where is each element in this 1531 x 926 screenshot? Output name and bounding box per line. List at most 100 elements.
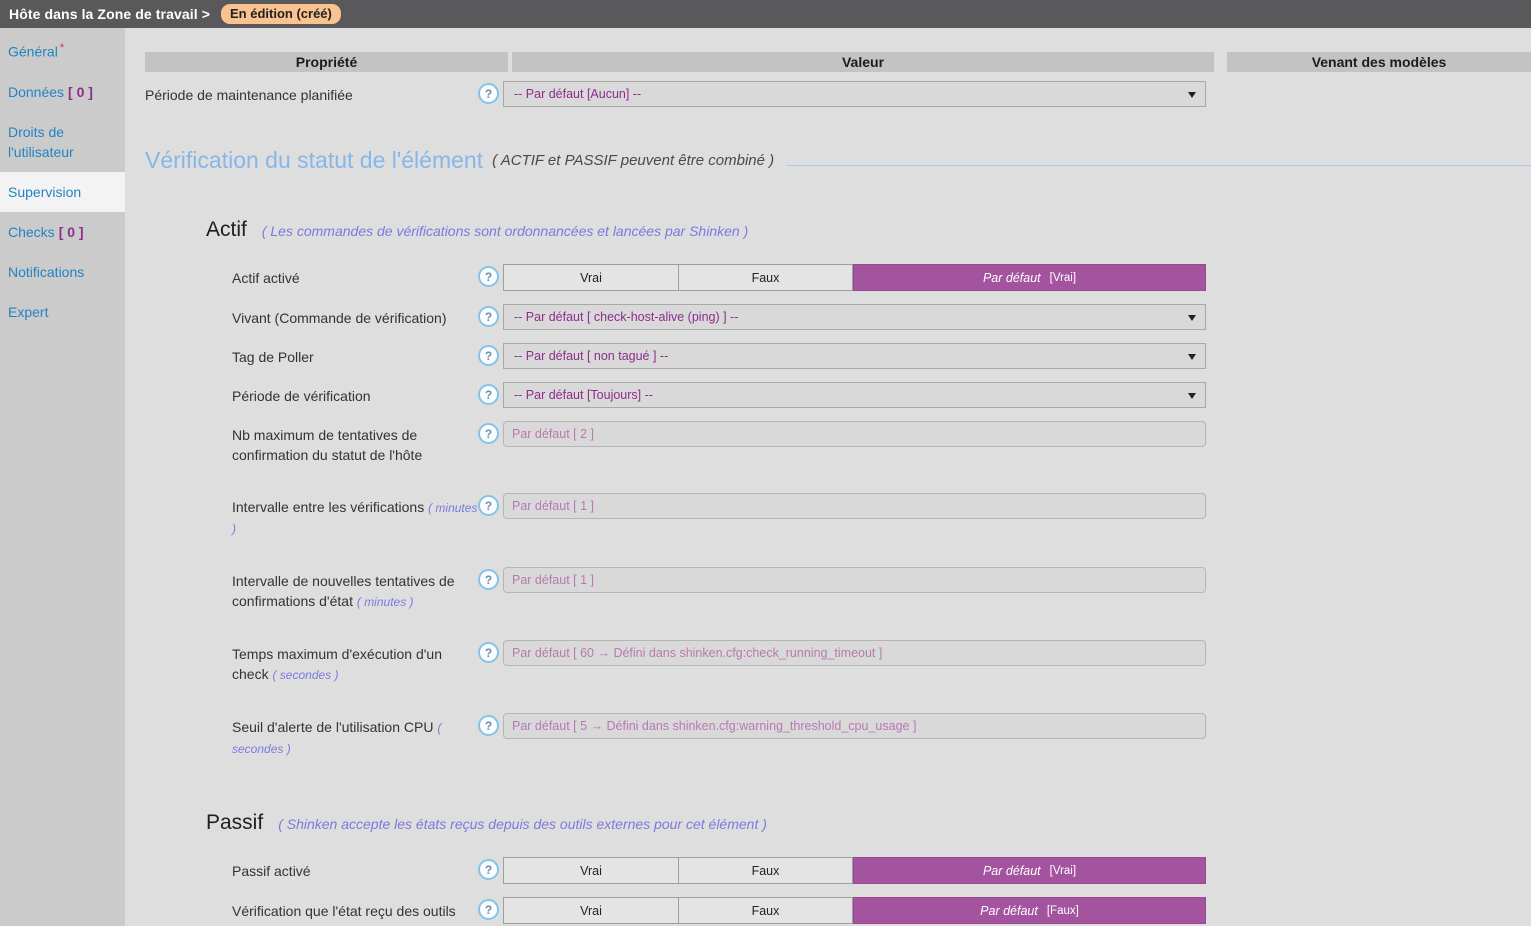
select-value: -- Par défaut [Toujours] -- — [514, 388, 653, 402]
help-icon[interactable]: ? — [478, 266, 499, 287]
field-label-text: Seuil d'alerte de l'utilisation CPU — [232, 719, 433, 735]
field-label: Intervalle entre les vérifications ( min… — [232, 493, 478, 539]
sidebar-item-notifications[interactable]: Notifications — [0, 252, 125, 292]
sidebar-item-general[interactable]: Général* — [0, 28, 125, 72]
field-label: Vérification que l'état reçu des outils … — [232, 897, 478, 926]
default-value: [Vrai] — [1050, 865, 1076, 877]
passif-hint: ( Shinken accepte les états reçus depuis… — [278, 816, 767, 832]
field-label: Tag de Poller — [232, 343, 478, 367]
toggle-true-button[interactable]: Vrai — [503, 897, 679, 924]
section-subtitle: ( ACTIF et PASSIF peuvent être combiné ) — [492, 152, 774, 169]
top-bar: Hôte dans la Zone de travail > En éditio… — [0, 0, 1531, 28]
toggle-false-button[interactable]: Faux — [679, 897, 853, 924]
sidebar-item-donnees[interactable]: Données[ 0 ] — [0, 72, 125, 112]
field-label-text: Intervalle entre les vérifications — [232, 499, 424, 515]
help-icon[interactable]: ? — [478, 495, 499, 516]
sidebar-item-droits[interactable]: Droits de l'utilisateur — [0, 112, 125, 172]
check-interval-input[interactable] — [503, 493, 1206, 519]
toggle-default-button[interactable]: Par défaut [Faux] — [853, 897, 1206, 924]
form-row-actif-enabled: Actif activé ? Vrai Faux Par défaut [Vra… — [145, 264, 1531, 291]
main-panel: Propriété Valeur Venant des modèles Péri… — [125, 28, 1531, 926]
sidebar-item-label: Supervision — [8, 184, 81, 200]
chevron-down-icon — [1188, 315, 1196, 321]
form-row-poller-tag: Tag de Poller ? -- Par défaut [ non tagu… — [145, 343, 1531, 369]
section-divider — [786, 165, 1531, 166]
field-unit: ( secondes ) — [272, 668, 338, 682]
toggle-default-button[interactable]: Par défaut [Vrai] — [853, 857, 1206, 884]
breadcrumb[interactable]: Hôte dans la Zone de travail > — [9, 6, 210, 22]
sidebar-item-checks[interactable]: Checks[ 0 ] — [0, 212, 125, 252]
field-label: Nb maximum de tentatives de confirmation… — [232, 421, 478, 465]
select-value: -- Par défaut [ check-host-alive (ping) … — [514, 310, 738, 324]
help-icon[interactable]: ? — [478, 642, 499, 663]
check-period-select[interactable]: -- Par défaut [Toujours] -- — [503, 382, 1206, 408]
passif-enabled-toggle: Vrai Faux Par défaut [Vrai] — [503, 857, 1206, 884]
toggle-false-button[interactable]: Faux — [679, 857, 853, 884]
actif-group-header: Actif ( Les commandes de vérifications s… — [206, 218, 1531, 242]
form-row-maintenance-period: Période de maintenance planifiée ? -- Pa… — [145, 81, 1531, 107]
help-icon[interactable]: ? — [478, 306, 499, 327]
field-label: Seuil d'alerte de l'utilisation CPU ( se… — [232, 713, 478, 759]
actif-enabled-toggle: Vrai Faux Par défaut [Vrai] — [503, 264, 1206, 291]
help-icon[interactable]: ? — [478, 345, 499, 366]
sidebar-item-label: Checks — [8, 224, 55, 240]
count-badge: [ 0 ] — [68, 84, 93, 100]
default-label: Par défaut — [983, 271, 1041, 285]
freshness-check-toggle: Vrai Faux Par défaut [Faux] — [503, 897, 1206, 924]
field-label: Actif activé — [232, 264, 478, 288]
form-row-check-period: Période de vérification ? -- Par défaut … — [145, 382, 1531, 408]
chevron-down-icon — [1188, 92, 1196, 98]
count-badge: [ 0 ] — [59, 224, 84, 240]
toggle-false-button[interactable]: Faux — [679, 264, 853, 291]
help-icon[interactable]: ? — [478, 899, 499, 920]
actif-heading: Actif — [206, 218, 247, 242]
sidebar-item-label: Général — [8, 44, 58, 60]
select-value: -- Par défaut [ non tagué ] -- — [514, 349, 668, 363]
form-row-check-command: Vivant (Commande de vérification) ? -- P… — [145, 304, 1531, 330]
help-icon[interactable]: ? — [478, 715, 499, 736]
help-icon[interactable]: ? — [478, 569, 499, 590]
cpu-threshold-input[interactable] — [503, 713, 1206, 739]
section-header: Vérification du statut de l'élément ( AC… — [145, 147, 1531, 174]
form-row-max-attempts: Nb maximum de tentatives de confirmation… — [145, 421, 1531, 465]
select-value: -- Par défaut [Aucun] -- — [514, 87, 641, 101]
table-header: Propriété Valeur Venant des modèles — [145, 52, 1531, 72]
toggle-true-button[interactable]: Vrai — [503, 264, 679, 291]
form-row-passif-enabled: Passif activé ? Vrai Faux Par défaut [Vr… — [145, 857, 1531, 884]
maintenance-period-select[interactable]: -- Par défaut [Aucun] -- — [503, 81, 1206, 107]
form-row-freshness-check: Vérification que l'état reçu des outils … — [145, 897, 1531, 926]
retry-interval-input[interactable] — [503, 567, 1206, 593]
default-label: Par défaut — [983, 864, 1041, 878]
sidebar-item-label: Droits de l'utilisateur — [8, 124, 74, 160]
poller-tag-select[interactable]: -- Par défaut [ non tagué ] -- — [503, 343, 1206, 369]
sidebar-item-label: Expert — [8, 304, 48, 320]
default-value: [Vrai] — [1050, 272, 1076, 284]
required-asterisk: * — [60, 42, 64, 54]
sidebar-item-label: Notifications — [8, 264, 84, 280]
help-icon[interactable]: ? — [478, 423, 499, 444]
sidebar-item-expert[interactable]: Expert — [0, 292, 125, 332]
chevron-down-icon — [1188, 393, 1196, 399]
default-value: [Faux] — [1047, 905, 1079, 917]
field-label: Intervalle de nouvelles tentatives de co… — [232, 567, 478, 612]
help-icon[interactable]: ? — [478, 384, 499, 405]
form-row-check-timeout: Temps maximum d'exécution d'un check ( s… — [145, 640, 1531, 685]
status-badge: En édition (créé) — [221, 4, 341, 24]
field-label-text: Intervalle de nouvelles tentatives de co… — [232, 573, 455, 609]
help-icon[interactable]: ? — [478, 83, 499, 104]
toggle-true-button[interactable]: Vrai — [503, 857, 679, 884]
max-attempts-input[interactable] — [503, 421, 1206, 447]
check-command-select[interactable]: -- Par défaut [ check-host-alive (ping) … — [503, 304, 1206, 330]
chevron-down-icon — [1188, 354, 1196, 360]
field-label: Temps maximum d'exécution d'un check ( s… — [232, 640, 478, 685]
field-label: Période de maintenance planifiée — [145, 81, 478, 105]
help-icon[interactable]: ? — [478, 859, 499, 880]
check-timeout-input[interactable] — [503, 640, 1206, 666]
column-header-property: Propriété — [145, 52, 508, 72]
sidebar-item-label: Données — [8, 84, 64, 100]
passif-group-header: Passif ( Shinken accepte les états reçus… — [206, 811, 1531, 835]
toggle-default-button[interactable]: Par défaut [Vrai] — [853, 264, 1206, 291]
form-row-retry-interval: Intervalle de nouvelles tentatives de co… — [145, 567, 1531, 612]
sidebar-item-supervision[interactable]: Supervision — [0, 172, 125, 212]
field-label: Passif activé — [232, 857, 478, 881]
